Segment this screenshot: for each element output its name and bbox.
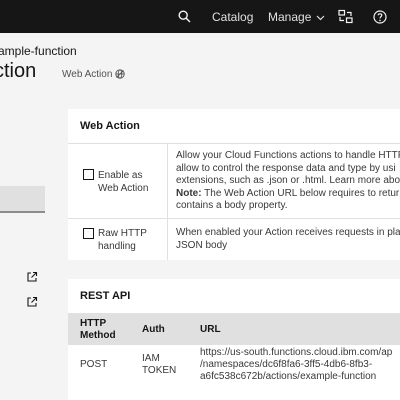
raw-desc-line: JSON body — [176, 239, 228, 251]
nav-catalog-link[interactable]: Catalog — [212, 0, 253, 33]
enable-web-action-cell: Enable as Web Action — [68, 144, 168, 218]
nav-manage-label: Manage — [268, 9, 312, 24]
sidebar-item-selected[interactable] — [0, 186, 45, 213]
enable-desc-note: Note: The Web Action URL below requires … — [176, 188, 400, 201]
column-header-url: URL — [188, 314, 400, 345]
note-label: Note: — [176, 187, 202, 199]
enable-web-action-checkbox[interactable] — [83, 169, 94, 180]
top-navigation: Catalog Manage — [0, 0, 400, 33]
web-action-tag: Web Action — [58, 65, 129, 83]
search-button[interactable] — [174, 0, 194, 33]
enable-web-action-description: Allow your Cloud Functions actions to ha… — [176, 150, 400, 213]
switcher-icon — [337, 9, 353, 24]
switcher-button[interactable] — [334, 0, 356, 33]
rest-api-card-title: REST API — [68, 279, 400, 314]
enable-label-line2: Web Action — [98, 183, 149, 194]
url-text: /namespaces/dc6f8fa6-3ff5-4db6-8fb3- — [200, 359, 373, 370]
external-link-icon[interactable] — [26, 270, 38, 282]
globe-icon — [115, 69, 126, 79]
external-link-icon[interactable] — [26, 295, 38, 307]
column-header-text: HTTP — [80, 317, 107, 329]
raw-desc-line: When enabled your Action receives reques… — [176, 227, 400, 238]
raw-label-line2: handling — [98, 241, 136, 252]
column-header-method: HTTP Method — [68, 314, 130, 345]
enable-desc-line: contains a body property. — [176, 200, 288, 211]
rest-api-table: HTTP Method Auth URL POST IAM TOKEN http… — [68, 314, 400, 385]
raw-http-label[interactable]: Raw HTTP handling — [98, 227, 147, 253]
raw-http-row: Raw HTTP handling When enabled your Acti… — [68, 219, 400, 260]
enable-label-line1: Enable as — [98, 170, 143, 181]
nav-manage-menu[interactable]: Manage — [268, 0, 325, 33]
enable-desc-line: extensions, such as .json or .html. Lear… — [176, 175, 400, 186]
rest-api-card: REST API HTTP Method Auth URL POST IAM T… — [68, 279, 400, 400]
auth-cell: IAM TOKEN — [130, 345, 188, 385]
raw-http-description: When enabled your Action receives reques… — [176, 227, 400, 252]
web-action-card-title: Web Action — [68, 109, 400, 144]
help-icon — [373, 9, 387, 24]
enable-desc-line: allow to control the response data and t… — [176, 162, 396, 174]
auth-text: TOKEN — [142, 365, 177, 376]
raw-http-cell: Raw HTTP handling — [68, 219, 168, 260]
auth-text: IAM — [142, 353, 160, 364]
page-title: ction — [0, 60, 37, 82]
url-text: https://us-south.functions.cloud.ibm.com… — [200, 347, 393, 358]
breadcrumb[interactable]: ample-function — [0, 44, 77, 58]
search-icon — [177, 10, 190, 23]
url-cell[interactable]: https://us-south.functions.cloud.ibm.com… — [188, 345, 400, 385]
enable-web-action-row: Enable as Web Action Allow your Cloud Fu… — [68, 144, 400, 219]
raw-label-line1: Raw HTTP — [98, 228, 147, 239]
table-header-row: HTTP Method Auth URL — [68, 314, 400, 345]
help-button[interactable] — [369, 0, 391, 33]
url-text: a6fc538c672b/actions/example-function — [200, 371, 377, 382]
table-row: POST IAM TOKEN https://us-south.function… — [68, 345, 400, 385]
method-cell: POST — [80, 359, 108, 370]
enable-web-action-label[interactable]: Enable as Web Action — [98, 169, 148, 195]
web-action-card: Web Action Enable as Web Action Allow yo… — [68, 109, 400, 260]
raw-http-checkbox[interactable] — [83, 228, 94, 239]
note-text: The Web Action URL below requires to ret… — [201, 187, 400, 199]
column-header-auth: Auth — [130, 314, 188, 345]
web-action-tag-label: Web Action — [62, 68, 113, 80]
enable-desc-line: Allow your Cloud Functions actions to ha… — [176, 150, 400, 161]
chevron-down-icon — [316, 10, 325, 24]
column-header-text: Method — [80, 329, 116, 341]
